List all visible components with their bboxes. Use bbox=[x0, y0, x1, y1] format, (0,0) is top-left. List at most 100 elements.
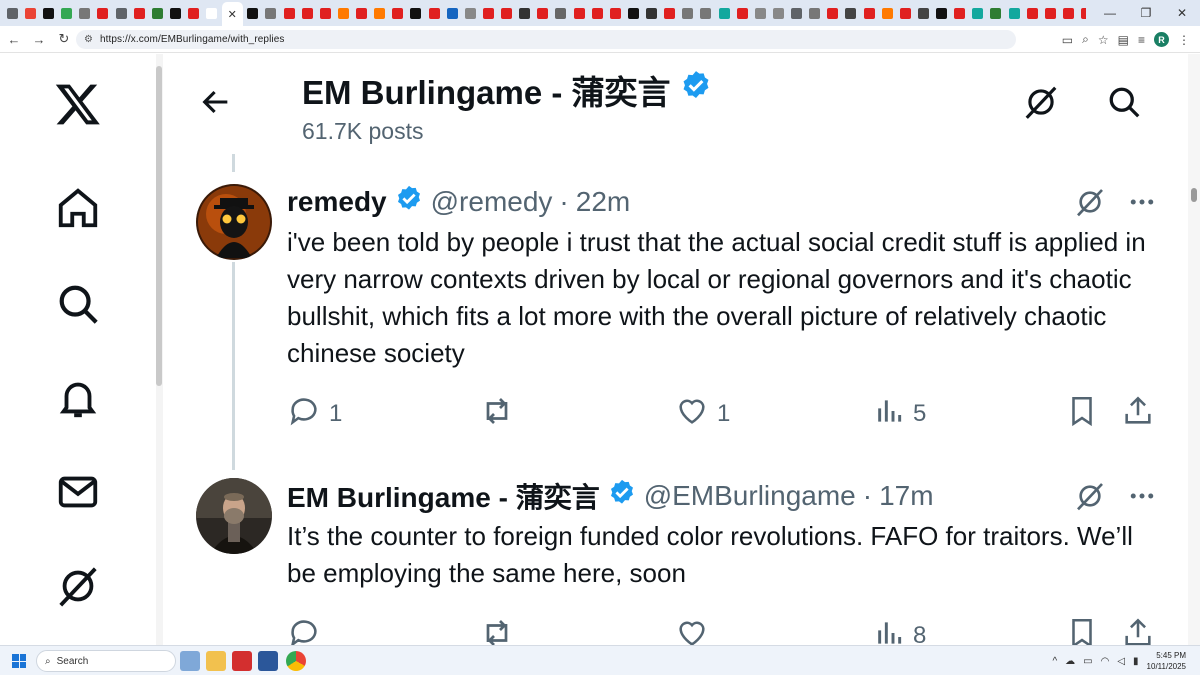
browser-tab[interactable] bbox=[970, 3, 987, 23]
browser-tab[interactable] bbox=[951, 3, 968, 23]
browser-tab[interactable] bbox=[95, 3, 112, 23]
reload-button[interactable]: ↻ bbox=[53, 31, 75, 47]
views-button[interactable]: 5 bbox=[873, 394, 926, 434]
browser-tab[interactable] bbox=[444, 3, 461, 23]
page-scrollbar-thumb[interactable] bbox=[1191, 188, 1197, 202]
menu-icon[interactable]: ⋮ bbox=[1178, 33, 1190, 47]
author-name[interactable]: remedy bbox=[287, 186, 387, 218]
browser-tab[interactable] bbox=[1024, 3, 1041, 23]
browser-tab[interactable] bbox=[40, 3, 57, 23]
bell-icon[interactable] bbox=[52, 372, 104, 424]
sidebar-scrollbar-thumb[interactable] bbox=[156, 66, 162, 386]
cloud-icon[interactable]: ☁ bbox=[1065, 656, 1075, 667]
browser-tab[interactable] bbox=[879, 3, 896, 23]
browser-tab[interactable] bbox=[770, 3, 787, 23]
browser-tab[interactable] bbox=[462, 3, 479, 23]
address-bar[interactable]: ⚙ https://x.com/EMBurlingame/with_replie… bbox=[76, 30, 1016, 49]
browser-tab[interactable] bbox=[716, 3, 733, 23]
browser-tab[interactable] bbox=[371, 3, 388, 23]
browser-tab[interactable] bbox=[1042, 3, 1059, 23]
retweet-button[interactable] bbox=[479, 394, 523, 434]
avatar[interactable] bbox=[196, 184, 272, 260]
bookmark-star-icon[interactable]: ☆ bbox=[1098, 33, 1109, 47]
reading-list-icon[interactable]: ▤ bbox=[1118, 33, 1129, 47]
browser-tab[interactable] bbox=[281, 3, 298, 23]
browser-tab[interactable] bbox=[897, 3, 914, 23]
browser-tab[interactable] bbox=[843, 3, 860, 23]
views-button[interactable]: 8 bbox=[873, 616, 926, 645]
browser-tab[interactable] bbox=[113, 3, 130, 23]
browser-tab[interactable] bbox=[589, 3, 606, 23]
browser-tab[interactable] bbox=[498, 3, 515, 23]
author-name[interactable]: EM Burlingame - 蒲奕言 bbox=[287, 476, 600, 516]
tray-overflow-icon[interactable]: ^ bbox=[1052, 656, 1057, 667]
browser-tab[interactable] bbox=[480, 3, 497, 23]
browser-tab[interactable] bbox=[353, 3, 370, 23]
browser-tab[interactable] bbox=[263, 3, 280, 23]
browser-tab[interactable] bbox=[317, 3, 334, 23]
browser-tab[interactable] bbox=[299, 3, 316, 23]
more-options-icon[interactable] bbox=[1124, 478, 1160, 514]
back-arrow-icon[interactable] bbox=[196, 82, 236, 122]
site-info-icon[interactable]: ⚙ bbox=[84, 34, 93, 45]
maximize-button[interactable]: ❐ bbox=[1128, 6, 1164, 20]
browser-tab[interactable] bbox=[680, 3, 697, 23]
browser-tab[interactable] bbox=[203, 3, 220, 23]
browser-tab[interactable] bbox=[185, 3, 202, 23]
clock[interactable]: 5:45 PM 10/11/2025 bbox=[1147, 650, 1186, 672]
browser-tab[interactable] bbox=[426, 3, 443, 23]
share-button[interactable] bbox=[1121, 394, 1155, 434]
active-tab[interactable]: ✕ bbox=[221, 2, 243, 26]
grok-icon[interactable] bbox=[1021, 82, 1061, 122]
share-button[interactable] bbox=[1121, 616, 1155, 645]
x-logo-icon[interactable] bbox=[52, 78, 104, 130]
grok-icon[interactable] bbox=[1072, 184, 1108, 220]
browser-tab[interactable] bbox=[788, 3, 805, 23]
browser-tab[interactable] bbox=[734, 3, 751, 23]
browser-tab[interactable] bbox=[408, 3, 425, 23]
browser-tab[interactable] bbox=[131, 3, 148, 23]
search-icon[interactable] bbox=[1104, 82, 1144, 122]
retweet-button[interactable] bbox=[479, 616, 523, 645]
more-options-icon[interactable] bbox=[1124, 184, 1160, 220]
zoom-icon[interactable]: ⌕ bbox=[1082, 32, 1089, 47]
windows-start-icon[interactable] bbox=[12, 654, 26, 668]
browser-tab[interactable] bbox=[167, 3, 184, 23]
timestamp[interactable]: 17m bbox=[879, 480, 933, 512]
mail-icon[interactable] bbox=[52, 466, 104, 518]
browser-tab[interactable] bbox=[571, 3, 588, 23]
browser-tab[interactable] bbox=[22, 3, 39, 23]
forward-button[interactable]: → bbox=[28, 32, 50, 47]
battery-icon[interactable]: ▮ bbox=[1133, 656, 1139, 667]
cast-icon[interactable]: ▭ bbox=[1062, 33, 1073, 47]
taskbar-search[interactable]: ⌕ Search bbox=[36, 650, 176, 672]
media-icon[interactable]: ≡ bbox=[1138, 33, 1145, 47]
browser-tab[interactable] bbox=[516, 3, 533, 23]
browser-tab[interactable] bbox=[825, 3, 842, 23]
browser-tab[interactable] bbox=[933, 3, 950, 23]
word-icon[interactable] bbox=[258, 651, 278, 671]
browser-tab[interactable] bbox=[643, 3, 660, 23]
wifi-icon[interactable]: ◠ bbox=[1101, 656, 1110, 667]
search-icon[interactable] bbox=[52, 278, 104, 330]
browser-tab[interactable] bbox=[245, 3, 262, 23]
browser-tab[interactable] bbox=[4, 3, 21, 23]
chrome-icon[interactable] bbox=[286, 651, 306, 671]
browser-tab[interactable] bbox=[988, 3, 1005, 23]
profile-avatar[interactable]: R bbox=[1154, 32, 1169, 47]
avatar[interactable] bbox=[196, 478, 272, 554]
browser-tab[interactable] bbox=[1006, 3, 1023, 23]
browser-tab[interactable] bbox=[861, 3, 878, 23]
browser-tab[interactable] bbox=[149, 3, 166, 23]
grok-icon[interactable] bbox=[52, 560, 104, 612]
like-button[interactable] bbox=[675, 616, 717, 645]
task-view-icon[interactable] bbox=[180, 651, 200, 671]
mcafee-icon[interactable] bbox=[232, 651, 252, 671]
grok-icon[interactable] bbox=[1072, 478, 1108, 514]
browser-tab[interactable] bbox=[915, 3, 932, 23]
author-handle[interactable]: @EMBurlingame bbox=[644, 480, 856, 512]
browser-tab[interactable] bbox=[806, 3, 823, 23]
close-icon[interactable]: ✕ bbox=[228, 8, 237, 21]
browser-tab[interactable] bbox=[752, 3, 769, 23]
file-explorer-icon[interactable] bbox=[206, 651, 226, 671]
